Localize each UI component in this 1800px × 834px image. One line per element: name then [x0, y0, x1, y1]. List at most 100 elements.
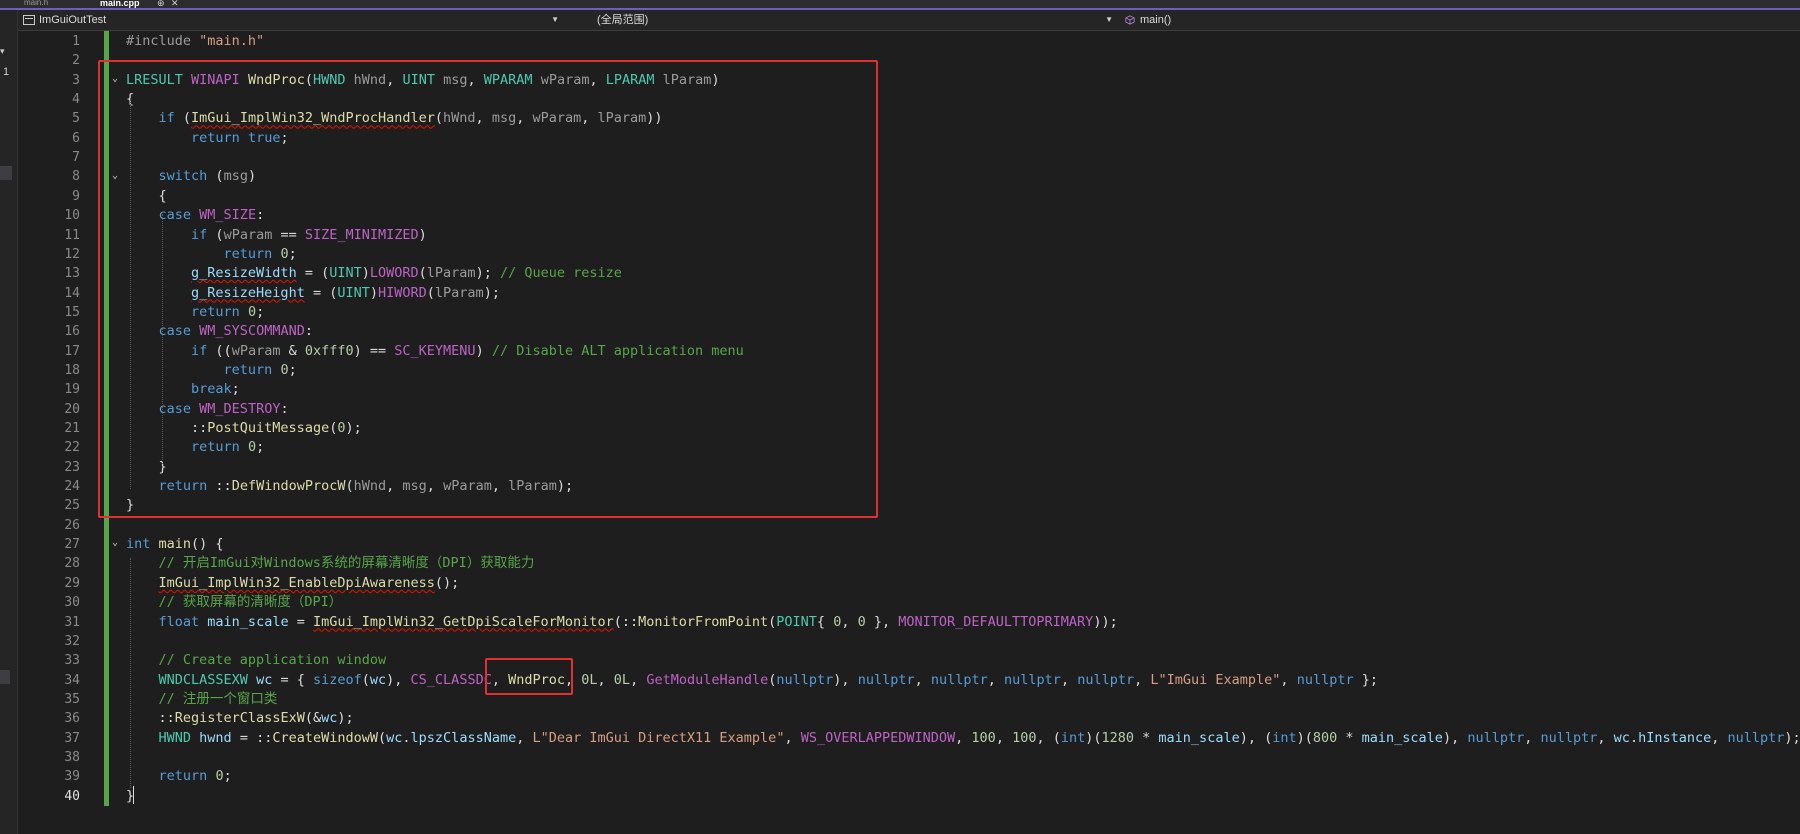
- code-token: ,: [630, 671, 647, 688]
- navigation-bar: ImGuiOutTest ▼ (全局范围) ▼ main(): [17, 10, 1800, 31]
- code-token: )(: [1296, 729, 1313, 746]
- code-line[interactable]: #include "main.h": [126, 32, 264, 51]
- wndproc-reference-highlight-box: [485, 658, 573, 695]
- code-token: , (: [1036, 729, 1061, 746]
- code-line[interactable]: ImGui_ImplWin32_EnableDpiAwareness();: [126, 574, 460, 593]
- line-number: 29: [64, 575, 80, 591]
- code-token: wc: [386, 729, 403, 746]
- line-number: 38: [64, 749, 80, 765]
- code-token: hwnd: [199, 729, 232, 746]
- line-number: 24: [64, 479, 80, 495]
- line-number: 39: [64, 769, 80, 785]
- code-token: nullptr: [1004, 671, 1061, 688]
- code-token: ,: [1524, 729, 1541, 746]
- line-number: 1: [72, 34, 80, 49]
- line-number: 22: [64, 440, 80, 456]
- code-token: ,: [1134, 671, 1151, 688]
- line-number: 21: [64, 421, 80, 436]
- code-token: );: [337, 710, 354, 727]
- code-line[interactable]: // Create application window: [126, 651, 387, 670]
- code-token: ,: [995, 729, 1013, 746]
- indent-guide: [130, 558, 131, 788]
- code-token: lpszClassName: [410, 729, 517, 746]
- code-token: // 开启ImGui对Windows系统的屏幕清晰度（DPI）获取能力: [158, 555, 535, 572]
- code-token: {: [816, 613, 834, 630]
- chevron-down-icon[interactable]: ▼: [551, 11, 559, 29]
- code-token: ,: [1280, 671, 1297, 688]
- code-token: "main.h": [199, 33, 265, 49]
- code-token: main_scale: [1361, 729, 1443, 746]
- code-token: ), (: [1239, 729, 1273, 746]
- line-number: 36: [64, 711, 80, 727]
- line-number: 20: [64, 401, 80, 417]
- member-dropdown[interactable]: main(): [1122, 11, 1800, 29]
- code-token: ,: [987, 671, 1005, 688]
- code-token: 100: [971, 729, 996, 746]
- code-token: nullptr: [1540, 729, 1598, 746]
- tool-window-tab[interactable]: [0, 670, 10, 684]
- line-number: 6: [72, 130, 80, 146]
- tool-window-tab[interactable]: [0, 166, 12, 180]
- code-token: .: [402, 729, 411, 746]
- indicator-label: 1: [3, 66, 10, 78]
- code-token: // Create application window: [158, 652, 387, 669]
- code-token: ),: [386, 671, 411, 688]
- member-name: main(): [1140, 14, 1172, 26]
- code-line[interactable]: // 开启ImGui对Windows系统的屏幕清晰度（DPI）获取能力: [126, 554, 535, 573]
- code-token: 0: [857, 613, 866, 630]
- code-line[interactable]: return 0;: [126, 767, 232, 786]
- line-number: 25: [64, 498, 80, 514]
- code-token: (&: [304, 710, 322, 727]
- code-line[interactable]: ::RegisterClassExW(&wc);: [126, 709, 354, 728]
- code-token: hInstance: [1638, 729, 1712, 746]
- code-token: .: [1629, 729, 1639, 746]
- code-token: RegisterClassExW: [174, 710, 305, 727]
- code-token: POINT: [776, 613, 817, 630]
- code-line[interactable]: // 注册一个窗口类: [126, 690, 278, 709]
- line-number: 33: [64, 653, 80, 669]
- code-token: sizeof: [312, 671, 362, 688]
- code-token: wc: [321, 710, 338, 727]
- tab-main-h[interactable]: main.h: [24, 0, 94, 7]
- code-token: 0L: [613, 671, 631, 688]
- code-line[interactable]: WNDCLASSEXW wc = { sizeof(wc), CS_CLASSD…: [126, 671, 1378, 690]
- function-cube-icon: [1125, 15, 1135, 25]
- code-token: // 获取屏幕的清晰度（DPI）: [158, 594, 343, 611]
- code-token: wc: [256, 671, 273, 688]
- close-icon[interactable]: ✕: [171, 0, 179, 8]
- project-dropdown[interactable]: ImGuiOutTest ▼: [17, 11, 565, 29]
- line-number: 16: [64, 324, 80, 340]
- collapse-icon[interactable]: ▾: [0, 46, 13, 60]
- code-token: 0L: [581, 671, 598, 688]
- fold-toggle-icon[interactable]: ⌄: [112, 537, 124, 549]
- line-number: 40: [64, 788, 80, 804]
- code-token: ();: [434, 574, 460, 591]
- code-token: (: [378, 729, 387, 746]
- code-token: ,: [841, 613, 858, 630]
- line-number: 32: [64, 633, 80, 649]
- code-line[interactable]: HWND hwnd = ::CreateWindowW(wc.lpszClass…: [126, 729, 1800, 748]
- line-number: 28: [64, 556, 80, 572]
- code-line[interactable]: int main() {: [126, 535, 224, 554]
- code-token: int: [126, 536, 151, 553]
- code-line[interactable]: float main_scale = ImGui_ImplWin32_GetDp…: [126, 613, 1118, 632]
- code-token: =: [288, 613, 313, 630]
- code-token: 0: [215, 768, 224, 785]
- cpp-project-icon: [23, 15, 35, 26]
- project-name: ImGuiOutTest: [39, 14, 107, 26]
- chevron-down-icon[interactable]: ▼: [1105, 11, 1113, 29]
- code-token: nullptr: [1727, 729, 1785, 746]
- code-token: // 注册一个窗口类: [158, 690, 278, 707]
- code-token: main: [158, 536, 192, 553]
- line-number: 37: [64, 730, 80, 746]
- code-token: ),: [833, 671, 858, 688]
- pin-icon[interactable]: ⊕: [157, 0, 165, 8]
- line-number: 9: [72, 188, 80, 204]
- line-number: 34: [64, 672, 80, 688]
- code-token: nullptr: [1077, 671, 1135, 688]
- code-token: = ::: [231, 729, 273, 746]
- code-token: nullptr: [776, 671, 834, 688]
- scope-dropdown[interactable]: (全局范围) ▼: [577, 11, 1119, 29]
- line-number: 12: [64, 246, 80, 262]
- code-line[interactable]: // 获取屏幕的清晰度（DPI）: [126, 593, 343, 612]
